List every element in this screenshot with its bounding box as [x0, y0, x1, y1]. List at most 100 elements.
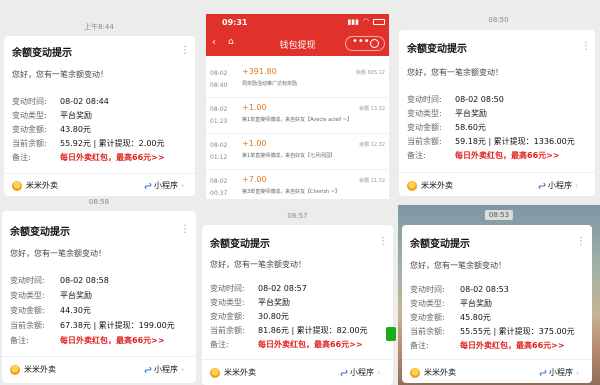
more-options-icon[interactable]: ⋮	[180, 225, 190, 235]
app-logo-icon	[12, 180, 22, 191]
promo-link[interactable]: 每日外卖红包，最高66元>>	[60, 152, 165, 163]
chevron-right-icon: ›	[377, 368, 381, 377]
mini-program-icon	[539, 369, 547, 376]
field-row: 变动类型: 平台奖励	[407, 109, 487, 118]
balance-change-card[interactable]: 余额变动提示 ⋮ 您好，您有一笔余额变动！ 变动时间: 08-02 08:58 变…	[2, 211, 196, 383]
wallet-withdraw-screen: 09:31 ▮▮▮ ◠ ‹ ⌂ 钱包提现 ••• 08-02 08:40 +391…	[206, 14, 389, 199]
field-row: 变动金额: 58.60元	[407, 123, 486, 132]
message-time: 08:58	[88, 198, 110, 206]
field-row: 备注: 每日外卖红包，最高66元>>	[210, 339, 363, 350]
field-row: 变动时间: 08-02 08:44	[12, 97, 109, 106]
floating-shortcut-button[interactable]	[386, 327, 396, 341]
transaction-desc: 周奖励活动推广达标奖励	[242, 81, 298, 87]
field-row: 备注: 每日外卖红包，最高66元>>	[407, 150, 560, 161]
field-row: 变动金额: 45.80元	[410, 313, 491, 322]
chevron-right-icon: ›	[576, 368, 580, 377]
transaction-row[interactable]: 08-02 00:37 +7.00 第3单直接师傅成，来自好友【Cherish ~…	[206, 172, 389, 199]
card-title: 余额变动提示	[407, 44, 467, 55]
close-target-icon[interactable]	[370, 39, 379, 48]
field-row: 变动时间: 08-02 08:53	[410, 285, 509, 294]
mini-program-link[interactable]: 小程序 ›	[539, 367, 579, 378]
screenshot-panel-1: 上午8:44 余额变动提示 ⋮ 您好，您有一笔余额变动！ 变动时间: 08-02 …	[0, 0, 198, 198]
field-row: 变动类型: 平台奖励	[12, 111, 92, 120]
promo-link[interactable]: 每日外卖红包，最高66元>>	[60, 335, 165, 346]
chevron-right-icon: ›	[181, 365, 185, 374]
app-source[interactable]: 米米外卖	[407, 180, 453, 191]
field-row: 当前余额: 81.86元 | 累计提现：82.00元	[210, 326, 368, 335]
divider	[202, 359, 393, 360]
battery-icon	[373, 19, 385, 25]
mini-program-link[interactable]: 小程序 ›	[538, 180, 578, 191]
message-time: 上午8:44	[84, 23, 114, 31]
transaction-balance: 余额 11.32	[359, 178, 385, 184]
transaction-amount: +1.00	[242, 139, 267, 148]
card-title: 余额变动提示	[210, 239, 270, 250]
chevron-right-icon: ›	[181, 181, 185, 190]
greeting-text: 您好，您有一笔余额变动！	[10, 249, 106, 258]
card-title: 余额变动提示	[12, 48, 72, 59]
transaction-row[interactable]: 08-02 01:12 +1.00 第1单直接师傅成，来自好友【七月闲园】 余额 …	[206, 136, 389, 170]
screenshot-panel-5: 08:57 余额变动提示 ⋮ 您好，您有一笔余额变动！ 变动时间: 08-02 0…	[198, 205, 397, 385]
divider	[402, 359, 592, 360]
divider	[2, 356, 196, 357]
wifi-icon: ◠	[362, 17, 369, 25]
divider	[399, 172, 595, 173]
mini-program-icon	[144, 182, 152, 189]
field-row: 变动类型: 平台奖励	[210, 298, 290, 307]
balance-change-card[interactable]: 余额变动提示 ⋮ 您好，您有一笔余额变动！ 变动时间: 08-02 08:57 变…	[202, 225, 393, 385]
status-bar: 09:31 ▮▮▮ ◠	[206, 14, 389, 32]
greeting-text: 您好，您有一笔余额变动！	[12, 70, 108, 79]
mini-program-icon	[538, 182, 546, 189]
message-time: 08:53	[484, 210, 514, 220]
balance-change-card[interactable]: 余额变动提示 ⋮ 您好，您有一笔余额变动！ 变动时间: 08-02 08:44 变…	[4, 36, 195, 196]
message-time: 08:50	[488, 16, 509, 24]
field-row: 变动金额: 43.80元	[12, 125, 91, 134]
balance-change-card[interactable]: 余额变动提示 ⋮ 您好，您有一笔余额变动！ 变动时间: 08-02 08:53 变…	[402, 225, 592, 383]
promo-link[interactable]: 每日外卖红包，最高66元>>	[460, 340, 565, 351]
transaction-balance: 余额 13.32	[359, 106, 385, 112]
more-options-icon[interactable]: ⋮	[180, 46, 190, 56]
more-options-icon[interactable]: ⋮	[581, 42, 591, 52]
balance-change-card[interactable]: 余额变动提示 ⋮ 您好，您有一笔余额变动！ 变动时间: 08-02 08:50 变…	[399, 30, 595, 196]
promo-link[interactable]: 每日外卖红包，最高66元>>	[258, 339, 363, 350]
more-dots-icon[interactable]: •••	[352, 36, 370, 47]
more-options-icon[interactable]: ⋮	[576, 237, 586, 247]
transaction-desc: 第1单直接师傅成，来自好友【七月闲园】	[242, 153, 336, 159]
transaction-row[interactable]: 08-02 08:40 +391.80 周奖励活动推广达标奖励 余额 605.12	[206, 64, 389, 98]
field-row: 备注: 每日外卖红包，最高66元>>	[410, 340, 565, 351]
menu-capsule[interactable]: •••	[345, 36, 385, 51]
app-logo-icon	[10, 364, 20, 375]
more-options-icon[interactable]: ⋮	[378, 237, 388, 247]
screenshot-panel-3: 08:50 余额变动提示 ⋮ 您好，您有一笔余额变动！ 变动时间: 08-02 0…	[397, 0, 600, 198]
field-row: 变动金额: 30.80元	[210, 312, 289, 321]
transaction-balance: 余额 12.32	[359, 142, 385, 148]
field-row: 备注: 每日外卖红包，最高66元>>	[10, 335, 165, 346]
message-time: 08:57	[287, 212, 308, 220]
greeting-text: 您好，您有一笔余额变动！	[407, 68, 503, 77]
signal-icon: ▮▮▮	[347, 18, 359, 26]
promo-link[interactable]: 每日外卖红包，最高66元>>	[455, 150, 560, 161]
transaction-row[interactable]: 08-02 01:23 +1.00 第1单直接师傅成，来自好友【Avecle ac…	[206, 100, 389, 134]
field-row: 当前余额: 59.18元 | 累计提现：1336.00元	[407, 137, 575, 146]
app-logo-icon	[410, 367, 420, 378]
mini-program-icon	[340, 369, 348, 376]
mini-program-link[interactable]: 小程序 ›	[144, 364, 184, 375]
app-source[interactable]: 米米外卖	[10, 364, 56, 375]
transaction-desc: 第3单直接师傅成，来自好友【Cherish ~】	[242, 189, 340, 195]
transaction-amount: +391.80	[242, 67, 277, 76]
field-row: 变动类型: 平台奖励	[10, 291, 92, 300]
transaction-amount: +7.00	[242, 175, 267, 184]
field-row: 变动时间: 08-02 08:57	[210, 284, 307, 293]
mini-program-link[interactable]: 小程序 ›	[144, 180, 184, 191]
app-source[interactable]: 米米外卖	[210, 367, 256, 378]
field-row: 当前余额: 55.92元 | 累计提现：2.00元	[12, 139, 165, 148]
app-source[interactable]: 米米外卖	[12, 180, 58, 191]
greeting-text: 您好，您有一笔余额变动！	[410, 261, 506, 270]
nav-bar: ‹ ⌂ 钱包提现 •••	[206, 32, 389, 56]
transaction-desc: 第1单直接师傅成，来自好友【Avecle aciell ~】	[242, 117, 352, 123]
mini-program-link[interactable]: 小程序 ›	[340, 367, 380, 378]
field-row: 变动金额: 44.30元	[10, 306, 91, 315]
field-row: 当前余额: 67.38元 | 累计提现：199.00元	[10, 321, 175, 330]
app-source[interactable]: 米米外卖	[410, 367, 456, 378]
transaction-amount: +1.00	[242, 103, 267, 112]
